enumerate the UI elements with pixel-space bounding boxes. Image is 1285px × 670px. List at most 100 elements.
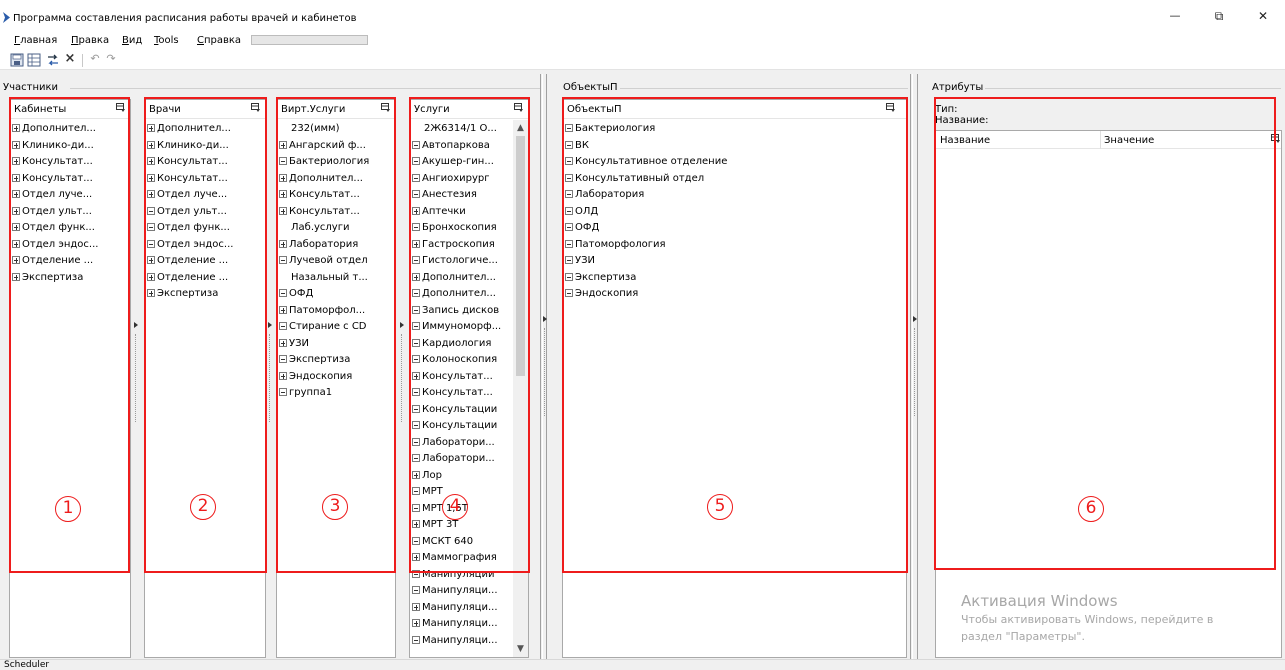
expand-icon[interactable]	[412, 371, 420, 380]
virtual-services-item[interactable]: группа1	[279, 385, 393, 402]
services-item[interactable]: МСКТ 640	[412, 534, 512, 551]
collapse-icon[interactable]	[412, 322, 420, 330]
collapse-icon[interactable]	[565, 206, 573, 215]
services-item[interactable]: Лаборатори...	[412, 451, 512, 468]
doctors-item[interactable]: Консультат...	[147, 171, 263, 188]
expand-icon[interactable]	[412, 602, 420, 611]
services-item[interactable]: Бронхоскопия	[412, 220, 512, 237]
doctors-item[interactable]: Дополнител...	[147, 121, 263, 138]
doctors-item[interactable]: Отделение ...	[147, 270, 263, 287]
collapse-icon[interactable]	[565, 256, 573, 264]
collapse-icon[interactable]	[565, 272, 573, 281]
expand-icon[interactable]	[412, 520, 420, 528]
undo-icon[interactable]: ↶	[88, 52, 102, 66]
objects-item[interactable]: Консультативный отдел	[565, 171, 904, 188]
cabinets-item[interactable]: Отдел луче...	[12, 187, 128, 204]
collapse-icon[interactable]	[412, 404, 420, 413]
services-item[interactable]: Анестезия	[412, 187, 512, 204]
services-item[interactable]: МРТ 3Т	[412, 517, 512, 534]
services-item[interactable]: Аптечки	[412, 204, 512, 221]
virtual-services-item[interactable]: Лаборатория	[279, 237, 393, 254]
attr-col-value[interactable]: Значение	[1104, 135, 1154, 146]
collapse-icon[interactable]	[565, 239, 573, 248]
services-item[interactable]: Запись дисков	[412, 303, 512, 320]
minimize-button[interactable]: —	[1153, 0, 1197, 32]
services-item[interactable]: Консультат...	[412, 369, 512, 386]
collapse-icon[interactable]	[412, 305, 420, 314]
virtual-services-item[interactable]: Консультат...	[279, 204, 393, 221]
expand-icon[interactable]	[12, 124, 20, 132]
expand-icon[interactable]	[12, 206, 20, 215]
column-chooser-icon[interactable]	[1271, 134, 1281, 144]
collapse-icon[interactable]	[412, 586, 420, 594]
expand-icon[interactable]	[412, 206, 420, 215]
expand-icon[interactable]	[147, 173, 155, 182]
objects-item[interactable]: Патоморфология	[565, 237, 904, 254]
collapse-icon[interactable]	[412, 454, 420, 462]
expand-icon[interactable]	[279, 190, 287, 198]
collapse-icon[interactable]	[279, 322, 287, 330]
expand-icon[interactable]	[279, 305, 287, 314]
collapse-icon[interactable]	[412, 487, 420, 495]
expand-icon[interactable]	[12, 239, 20, 248]
collapse-icon[interactable]	[565, 173, 573, 182]
doctors-item[interactable]: Экспертиза	[147, 286, 263, 303]
collapse-icon[interactable]	[565, 190, 573, 198]
collapse-icon[interactable]	[279, 355, 287, 363]
expand-icon[interactable]	[279, 206, 287, 215]
collapse-icon[interactable]	[412, 503, 420, 512]
collapse-icon[interactable]	[412, 536, 420, 545]
virtual-services-item[interactable]: Стирание с CD	[279, 319, 393, 336]
column-chooser-icon[interactable]	[514, 103, 524, 113]
expand-icon[interactable]	[12, 140, 20, 149]
cabinets-item[interactable]: Консультат...	[12, 154, 128, 171]
save-icon[interactable]	[10, 53, 24, 67]
attr-col-name[interactable]: Название	[940, 135, 990, 146]
collapse-icon[interactable]	[412, 173, 420, 182]
services-item[interactable]: Консультат...	[412, 385, 512, 402]
expand-icon[interactable]	[412, 553, 420, 561]
expand-icon[interactable]	[279, 140, 287, 149]
expand-icon[interactable]	[279, 338, 287, 347]
expand-icon[interactable]	[147, 190, 155, 198]
expand-icon[interactable]	[147, 140, 155, 149]
virtual-services-item[interactable]: 232(имм)	[279, 121, 393, 138]
virtual-services-item[interactable]: Ангарский ф...	[279, 138, 393, 155]
expand-icon[interactable]	[412, 239, 420, 248]
splitter-right[interactable]	[910, 74, 911, 659]
collapse-icon[interactable]	[412, 635, 420, 644]
expand-icon[interactable]	[412, 470, 420, 479]
collapse-icon[interactable]	[565, 289, 573, 297]
collapse-icon[interactable]	[147, 239, 155, 248]
services-item[interactable]: Автопаркова	[412, 138, 512, 155]
expand-icon[interactable]	[147, 272, 155, 281]
doctors-item[interactable]: Отделение ...	[147, 253, 263, 270]
services-item[interactable]: Манипуляци...	[412, 616, 512, 633]
menu-view[interactable]: Вид	[122, 35, 142, 46]
doctors-item[interactable]: Клинико-ди...	[147, 138, 263, 155]
doctors-item[interactable]: Отдел эндос...	[147, 237, 263, 254]
virtual-services-item[interactable]: Назальный т...	[279, 270, 393, 287]
services-item[interactable]: Манипуляци...	[412, 583, 512, 600]
expand-icon[interactable]	[147, 157, 155, 165]
scroll-thumb[interactable]	[516, 136, 525, 376]
expand-icon[interactable]	[147, 256, 155, 264]
services-item[interactable]: Маммография	[412, 550, 512, 567]
expand-icon[interactable]	[279, 173, 287, 182]
expand-icon[interactable]	[412, 272, 420, 281]
services-item[interactable]: Дополнител...	[412, 286, 512, 303]
cabinets-item[interactable]: Дополнител...	[12, 121, 128, 138]
services-item[interactable]: Консультации	[412, 418, 512, 435]
splitter-left[interactable]	[540, 74, 541, 659]
collapse-icon[interactable]	[412, 569, 420, 578]
collapse-icon[interactable]	[412, 355, 420, 363]
menu-help[interactable]: Справка	[197, 35, 241, 46]
services-item[interactable]: Кардиология	[412, 336, 512, 353]
objects-item[interactable]: Лаборатория	[565, 187, 904, 204]
virtual-services-item[interactable]: Лучевой отдел	[279, 253, 393, 270]
expand-icon[interactable]	[12, 223, 20, 231]
doctors-item[interactable]: Консультат...	[147, 154, 263, 171]
collapse-icon[interactable]	[412, 256, 420, 264]
collapse-icon[interactable]	[412, 157, 420, 165]
menu-tools[interactable]: Tools	[154, 35, 179, 46]
